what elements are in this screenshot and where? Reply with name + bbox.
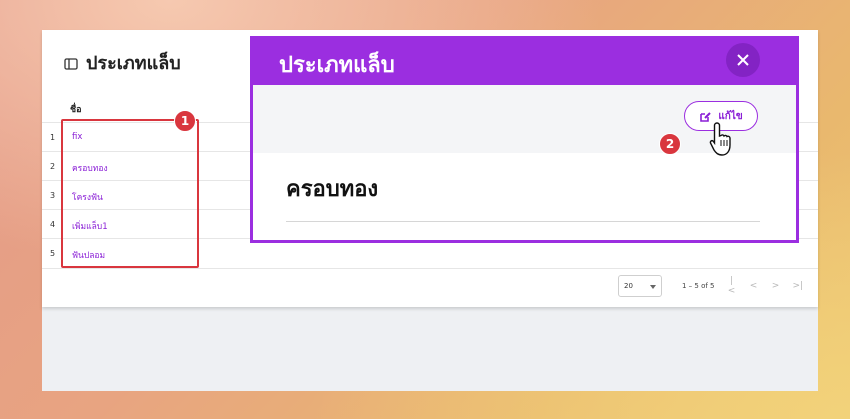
next-page-icon[interactable]: >: [771, 281, 781, 291]
page-size-select[interactable]: 20: [618, 275, 662, 297]
close-button[interactable]: [726, 43, 760, 77]
page-title: ประเภทแล็บ: [86, 53, 181, 74]
row-number: 3: [50, 191, 56, 200]
page-header: ประเภทแล็บ: [64, 48, 181, 77]
hand-cursor-icon: [709, 121, 737, 161]
pagination-range: 1 – 5 of 5: [682, 282, 715, 290]
page-size-value: 20: [624, 282, 633, 290]
annotation-highlight-box: [61, 119, 199, 268]
row-number: 5: [50, 249, 56, 258]
row-number: 2: [50, 162, 56, 171]
dialog-title: ประเภทแล็บ: [279, 53, 395, 78]
record-name: ครอบทอง: [286, 177, 379, 202]
dialog-header: ประเภทแล็บ: [253, 39, 796, 85]
annotation-badge-1: 1: [174, 110, 196, 132]
last-page-icon[interactable]: >|: [793, 281, 804, 291]
caret-down-icon: [650, 285, 656, 289]
close-icon: [737, 54, 749, 66]
pagination: 20 1 – 5 of 5 |< < > >|: [618, 275, 803, 297]
divider: [286, 221, 760, 222]
sidebar-toggle-icon[interactable]: [64, 56, 78, 70]
row-number: 4: [50, 220, 56, 229]
prev-page-icon[interactable]: <: [749, 281, 759, 291]
row-number: 1: [50, 133, 56, 142]
annotation-badge-2: 2: [659, 133, 681, 155]
first-page-icon[interactable]: |<: [727, 276, 737, 296]
column-header-name[interactable]: ชื่อ: [70, 102, 82, 116]
